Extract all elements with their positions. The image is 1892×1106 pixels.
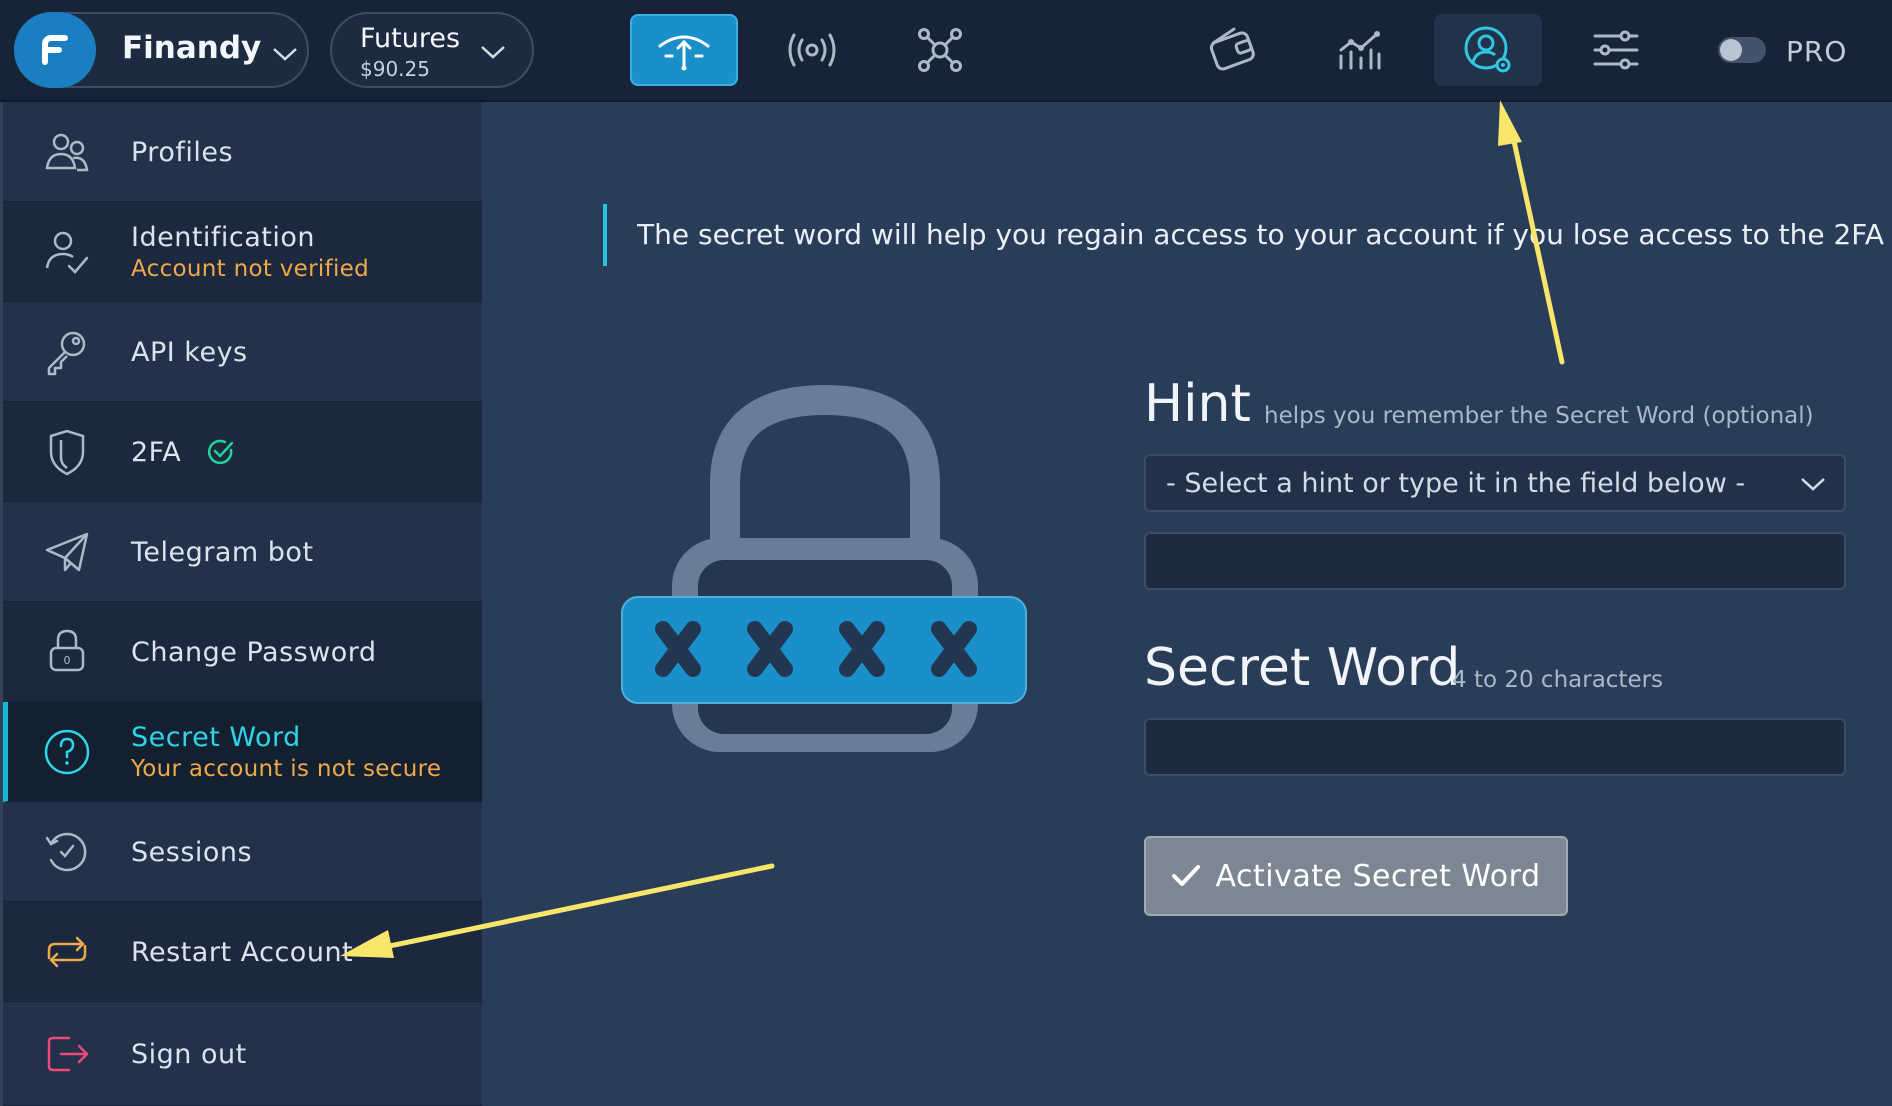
pro-toggle-knob bbox=[1720, 39, 1742, 61]
account-settings-nav-button[interactable] bbox=[1434, 14, 1542, 86]
wallet-nav-button[interactable] bbox=[1192, 14, 1272, 86]
sidebar-item-telegram-bot[interactable]: Telegram bot bbox=[3, 502, 482, 602]
wallet-icon bbox=[1209, 27, 1255, 71]
pro-toggle[interactable] bbox=[1718, 37, 1766, 63]
top-bar: Finandy Futures $90.25 PRO bbox=[0, 0, 1892, 102]
restart-icon bbox=[47, 936, 87, 968]
users-icon bbox=[45, 133, 89, 172]
shield-icon bbox=[49, 429, 85, 476]
analytics-nav-button[interactable] bbox=[1320, 14, 1400, 86]
sidebar-item-label: Identification bbox=[131, 222, 316, 253]
identification-status: Account not verified bbox=[131, 256, 369, 282]
lock-icon: 0 bbox=[49, 629, 85, 672]
verified-check-icon bbox=[207, 439, 234, 465]
brand-name: Finandy bbox=[122, 30, 262, 66]
secret-word-subtitle: 4 to 20 characters bbox=[1452, 667, 1664, 693]
hint-input[interactable] bbox=[1144, 532, 1846, 590]
account-settings-icon bbox=[1464, 26, 1511, 73]
signals-nav-button[interactable] bbox=[772, 14, 852, 86]
user-check-icon bbox=[45, 231, 89, 274]
network-icon bbox=[918, 28, 962, 72]
key-icon bbox=[47, 331, 86, 376]
hint-select-value: - Select a hint or type it in the field … bbox=[1166, 468, 1746, 499]
info-accent-bar bbox=[603, 204, 607, 266]
finandy-logo-icon bbox=[14, 12, 96, 88]
brand-selector[interactable]: Finandy bbox=[14, 12, 309, 88]
secret-word-title: Secret Word bbox=[1144, 638, 1461, 698]
padlock-illustration bbox=[620, 384, 1030, 774]
network-nav-button[interactable] bbox=[900, 14, 980, 86]
hint-subtitle: helps you remember the Secret Word (opti… bbox=[1264, 403, 1814, 429]
question-icon bbox=[44, 729, 90, 775]
sidebar-item-label: Telegram bot bbox=[131, 537, 314, 568]
sidebar-item-change-password[interactable]: 0 Change Password bbox=[3, 602, 482, 702]
signals-icon bbox=[788, 33, 836, 67]
sidebar-item-restart-account[interactable]: Restart Account bbox=[3, 902, 482, 1002]
secret-word-status: Your account is not secure bbox=[131, 756, 442, 782]
analytics-icon bbox=[1339, 31, 1381, 70]
sidebar-item-label: Secret Word bbox=[131, 722, 301, 753]
sidebar-item-label: Profiles bbox=[131, 137, 234, 168]
sidebar-item-sign-out[interactable]: Sign out bbox=[3, 1002, 482, 1106]
activate-button-label: Activate Secret Word bbox=[1215, 858, 1541, 894]
info-message: The secret word will help you regain acc… bbox=[637, 218, 1892, 251]
sidebar-item-label: Sign out bbox=[131, 1039, 247, 1070]
sidebar-item-label: Change Password bbox=[131, 637, 377, 668]
history-icon bbox=[45, 832, 87, 872]
padlock-password-icon bbox=[621, 384, 1027, 752]
filters-icon bbox=[1593, 30, 1639, 70]
secret-word-input[interactable] bbox=[1144, 718, 1846, 776]
sidebar-item-api-keys[interactable]: API keys bbox=[3, 302, 482, 402]
account-type-label: Futures bbox=[360, 23, 461, 54]
sidebar-item-label: Restart Account bbox=[131, 937, 354, 968]
sidebar-item-label: Sessions bbox=[131, 837, 253, 868]
settings-sidebar: Profiles Identification Account not veri… bbox=[0, 102, 482, 1106]
sidebar-item-sessions[interactable]: Sessions bbox=[3, 802, 482, 902]
filters-nav-button[interactable] bbox=[1576, 14, 1656, 86]
hint-select[interactable]: - Select a hint or type it in the field … bbox=[1144, 454, 1846, 512]
pro-label: PRO bbox=[1786, 35, 1848, 68]
sidebar-item-profiles[interactable]: Profiles bbox=[3, 102, 482, 202]
sign-out-icon bbox=[47, 1036, 89, 1072]
chevron-down-icon bbox=[481, 46, 505, 59]
chevron-down-icon bbox=[1801, 478, 1825, 491]
sidebar-item-2fa[interactable]: 2FA bbox=[3, 402, 482, 502]
terminal-icon bbox=[658, 35, 710, 71]
sidebar-item-label: 2FA bbox=[131, 437, 182, 468]
account-type-selector[interactable]: Futures $90.25 bbox=[330, 12, 534, 88]
check-icon bbox=[1172, 865, 1201, 886]
hint-title: Hint bbox=[1144, 374, 1251, 434]
activate-secret-word-button[interactable]: Activate Secret Word bbox=[1144, 836, 1568, 916]
send-icon bbox=[45, 532, 89, 572]
terminal-nav-button[interactable] bbox=[630, 14, 738, 86]
svg-text:0: 0 bbox=[64, 654, 71, 667]
balance-value: $90.25 bbox=[360, 57, 430, 81]
sidebar-item-secret-word[interactable]: Secret Word Your account is not secure bbox=[3, 702, 482, 802]
sidebar-item-label: API keys bbox=[131, 337, 248, 368]
sidebar-item-identification[interactable]: Identification Account not verified bbox=[3, 202, 482, 302]
chevron-down-icon bbox=[273, 48, 297, 61]
